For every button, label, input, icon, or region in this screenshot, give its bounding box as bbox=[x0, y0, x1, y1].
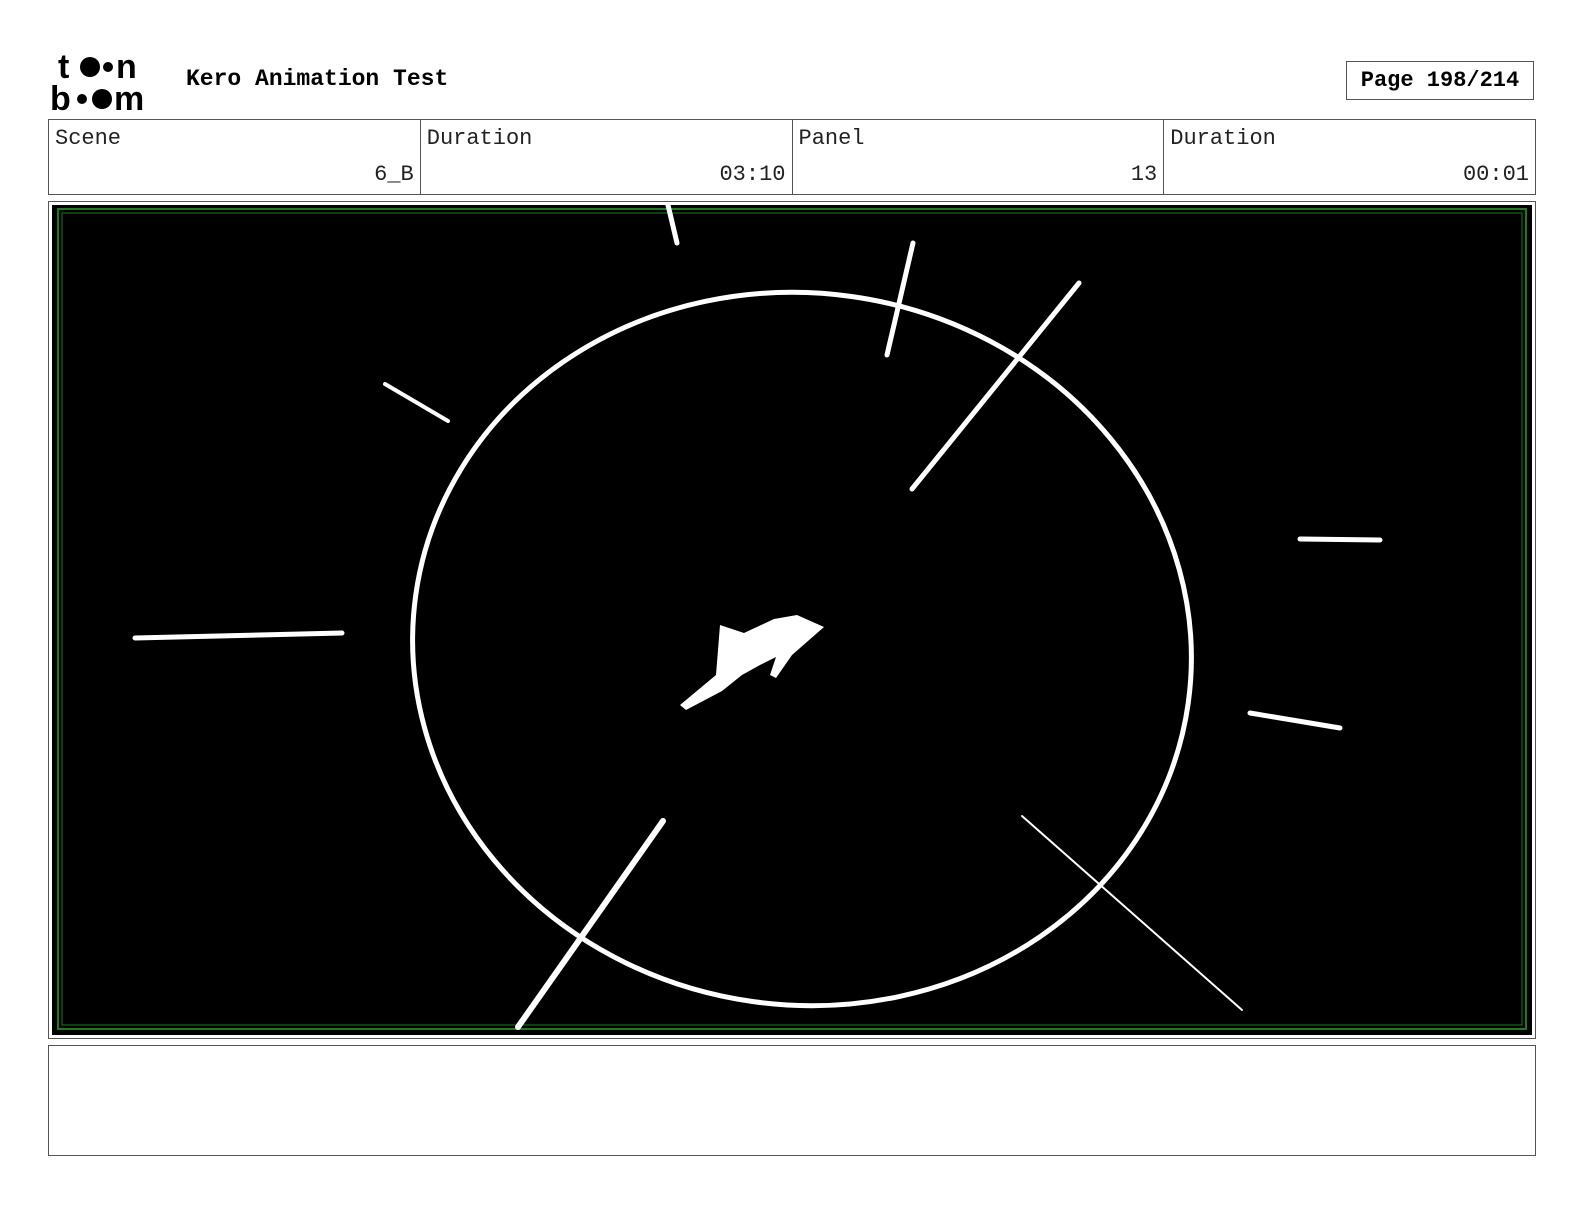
panel-duration-label: Duration bbox=[1170, 126, 1276, 151]
logo-letter-m: m bbox=[114, 80, 144, 114]
logo-dot bbox=[103, 62, 113, 72]
panel-drawing bbox=[52, 205, 1532, 1035]
scene-duration-cell: Duration 03:10 bbox=[421, 120, 793, 194]
logo-letter-b: b bbox=[50, 80, 71, 114]
scene-duration-value: 03:10 bbox=[719, 162, 786, 187]
panel-cell: Panel 13 bbox=[793, 120, 1165, 194]
scene-label: Scene bbox=[55, 126, 122, 151]
page-indicator: Page 198/214 bbox=[1346, 61, 1534, 100]
panel-label: Panel bbox=[798, 126, 865, 151]
scene-cell: Scene 6_B bbox=[49, 120, 421, 194]
project-title: Kero Animation Test bbox=[186, 66, 449, 92]
panel-notes-box bbox=[48, 1045, 1536, 1156]
panel-duration-cell: Duration 00:01 bbox=[1164, 120, 1535, 194]
panel-duration-value: 00:01 bbox=[1462, 162, 1529, 187]
logo-dot bbox=[77, 94, 87, 104]
logo-dot bbox=[80, 57, 100, 77]
toon-boom-logo: t n b m bbox=[50, 48, 144, 114]
storyboard-panel-image bbox=[52, 205, 1532, 1035]
panel-value: 13 bbox=[1130, 162, 1158, 187]
scene-duration-label: Duration bbox=[426, 126, 533, 151]
storyboard-panel-frame bbox=[48, 201, 1536, 1039]
speed-line bbox=[1297, 536, 1383, 543]
logo-dot bbox=[92, 89, 112, 109]
scene-value: 6_B bbox=[374, 162, 414, 187]
panel-info-table: Scene 6_B Duration 03:10 Panel 13 Durati… bbox=[48, 119, 1536, 195]
